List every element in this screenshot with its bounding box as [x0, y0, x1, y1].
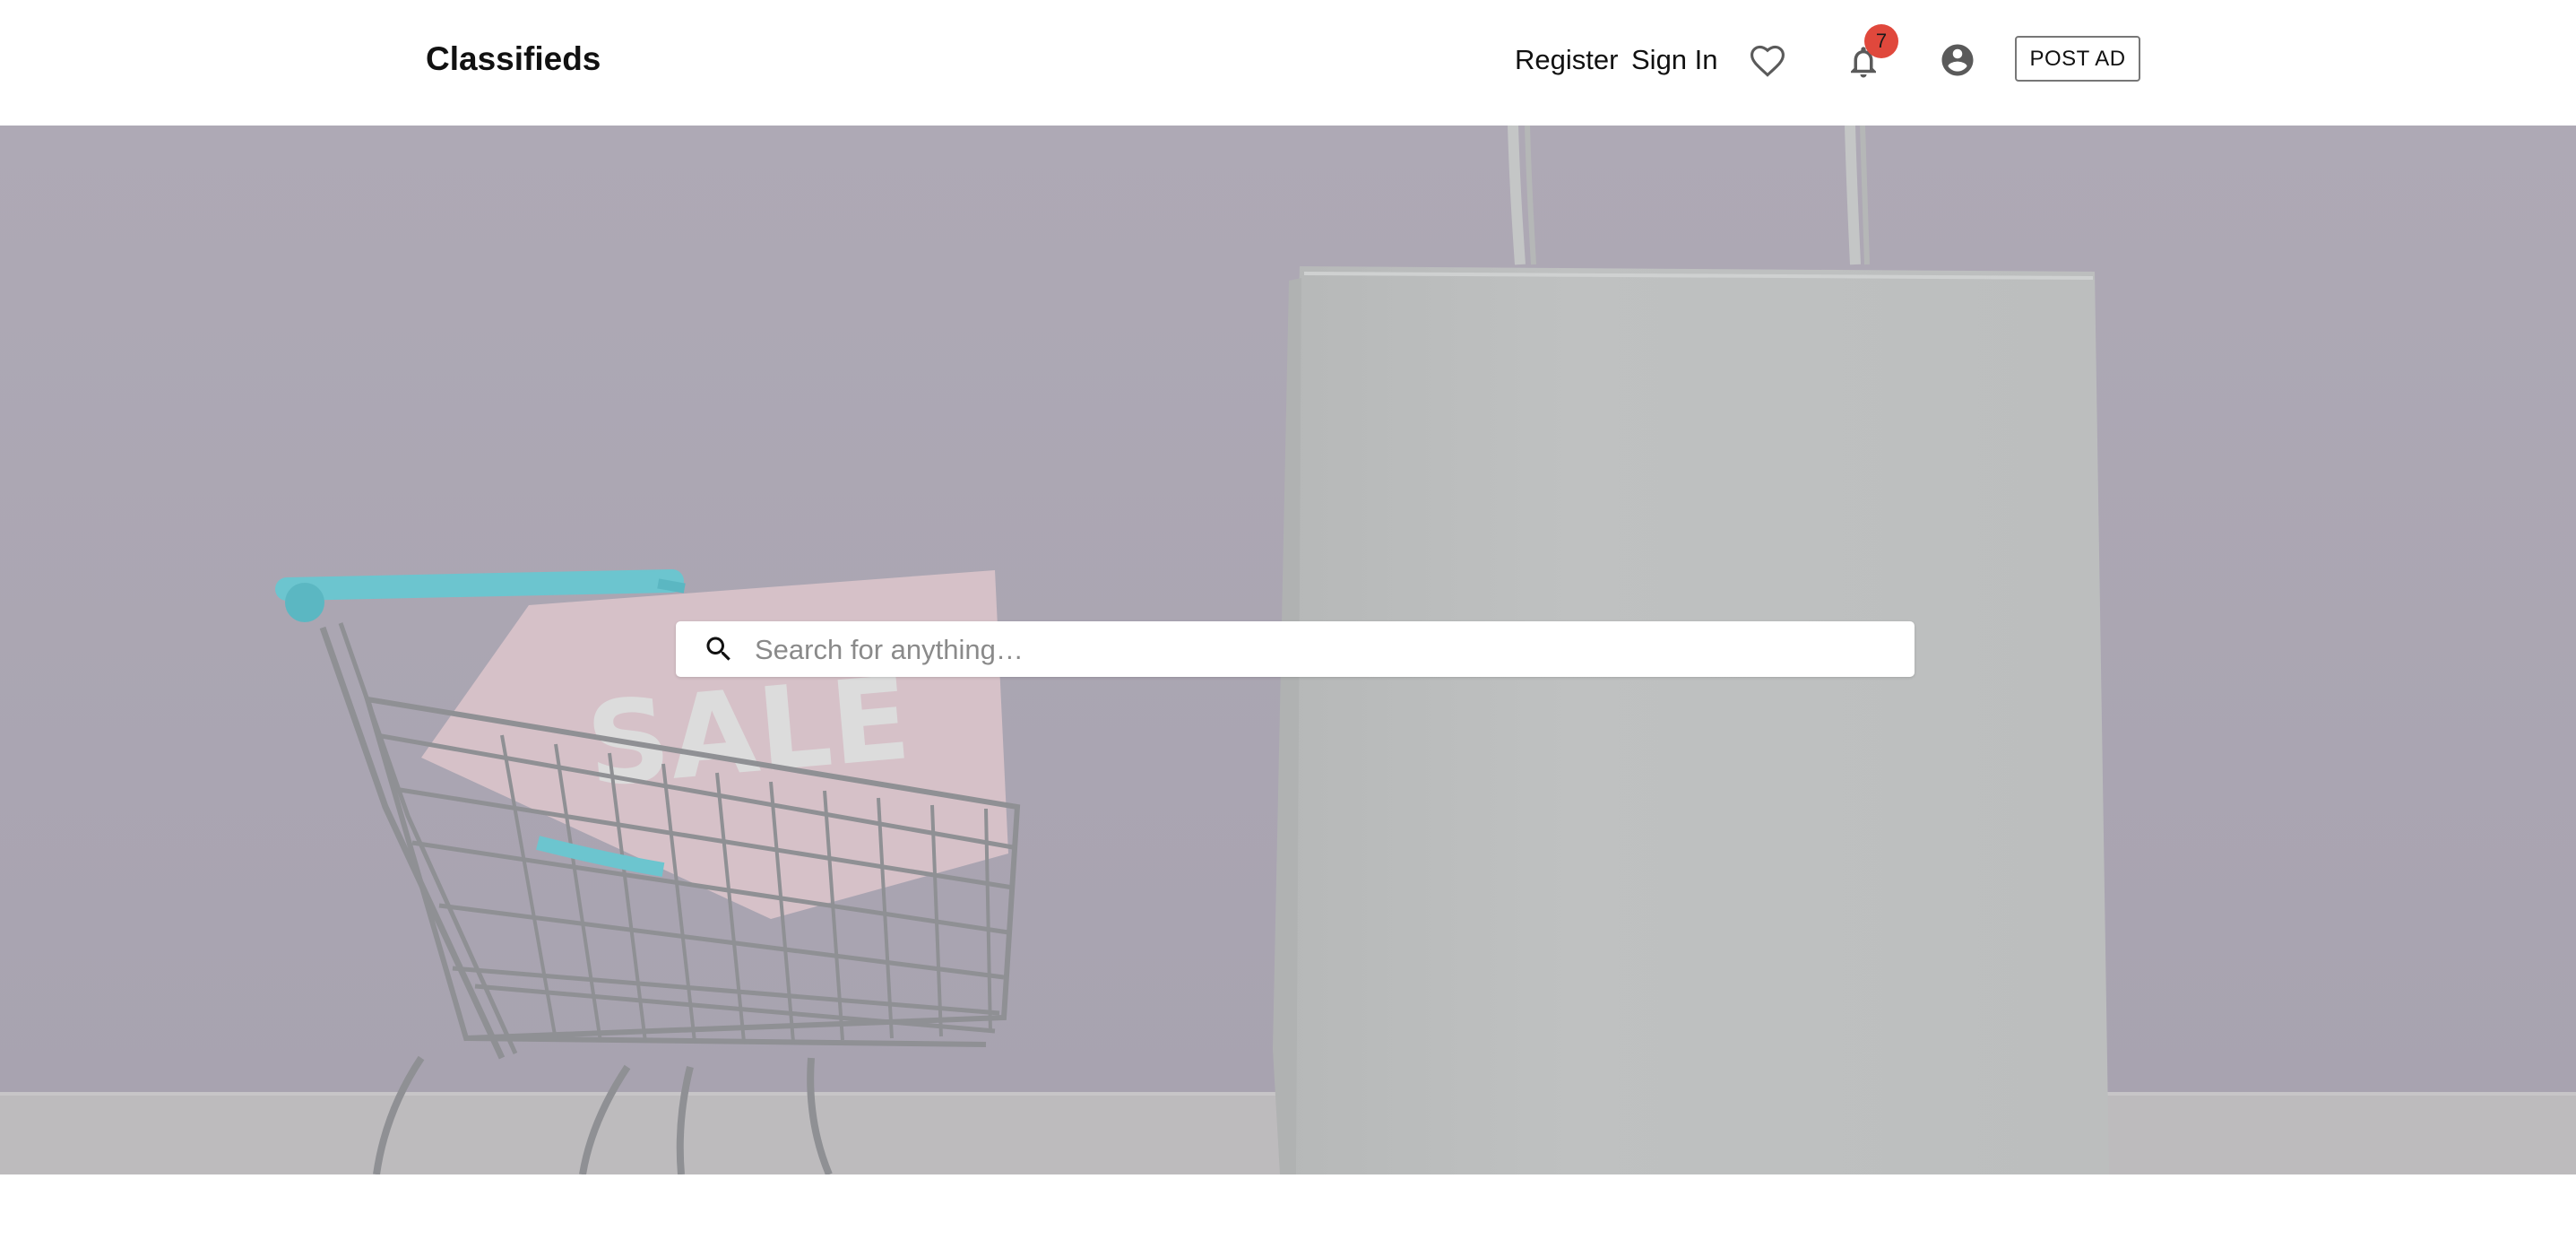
post-ad-button[interactable]: POST AD [2015, 36, 2140, 82]
account-button[interactable] [1939, 41, 1976, 79]
search-bar [676, 621, 1915, 677]
heart-outline-icon [1750, 45, 1785, 77]
search-icon[interactable] [703, 633, 735, 665]
top-navbar: Classifieds Register Sign In 7 POST AD [0, 0, 2576, 126]
register-link[interactable]: Register [1515, 43, 1618, 77]
search-input[interactable] [753, 628, 1895, 672]
sign-in-link[interactable]: Sign In [1631, 43, 1718, 77]
hero-banner: SALE [0, 126, 2576, 1174]
brand-logo[interactable]: Classifieds [426, 39, 601, 79]
account-circle-icon [1941, 44, 1974, 76]
notification-count-badge: 7 [1864, 24, 1898, 58]
favorites-button[interactable] [1748, 41, 1787, 81]
